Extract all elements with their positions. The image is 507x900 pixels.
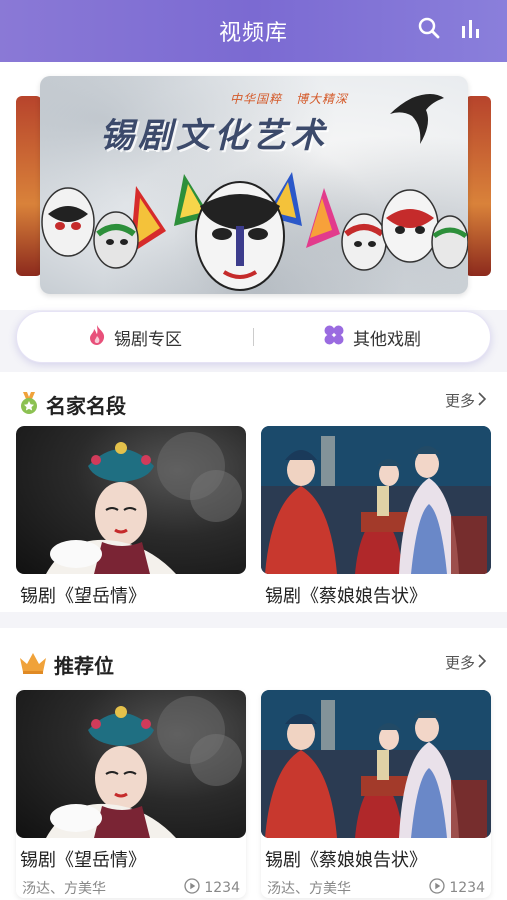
flame-icon [88,324,106,351]
search-icon[interactable] [415,14,443,42]
famous-more-link[interactable]: 更多 [445,390,487,411]
famous-section-header: 名家名段 [18,390,126,419]
video-meta: 汤达、方美华 1234 [16,872,246,898]
recommended-section-header: 推荐位 [18,650,114,679]
video-performers: 汤达、方美华 [22,881,106,897]
play-icon [429,878,446,898]
video-meta: 汤达、方美华 1234 [261,872,491,898]
play-count: 1234 [429,878,485,898]
video-performers: 汤达、方美华 [267,881,351,897]
video-title: 锡剧《望岳情》 [20,850,146,871]
video-card[interactable]: 锡剧《蔡娘娘告状》 汤达、方美华 1234 [261,690,491,898]
video-thumbnail [261,690,491,838]
tab-other-operas[interactable]: 其他戏剧 [254,312,490,362]
video-thumbnail [16,426,246,574]
recommended-section: 推荐位 更多 锡剧《望岳情》 汤达、方美华 1234 锡剧《蔡娘娘告状》 汤达、… [0,628,507,900]
recommended-more-label: 更多 [444,654,475,672]
play-count-value: 1234 [449,880,485,896]
famous-section-title: 名家名段 [46,394,126,418]
clover-icon [323,324,345,351]
play-icon [184,878,201,898]
video-card[interactable]: 锡剧《望岳情》 [16,426,246,608]
video-thumbnail [261,426,491,574]
medal-icon [18,391,40,419]
chevron-right-icon [477,653,487,672]
play-count: 1234 [184,878,240,898]
famous-more-label: 更多 [444,392,475,410]
tab-xiju-zone[interactable]: 锡剧专区 [17,312,253,362]
opera-masks-illustration [41,94,468,291]
banner-slide[interactable]: 中华国粹 博大精深 锡剧文化艺术 [40,76,468,294]
video-title: 锡剧《蔡娘娘告状》 [265,850,427,871]
banner-next-slide[interactable] [465,96,491,276]
video-title: 锡剧《望岳情》 [20,586,146,607]
play-count-value: 1234 [204,880,240,896]
app-header: 视频库 [0,0,507,62]
chart-icon[interactable] [457,14,485,42]
crown-icon [18,651,48,679]
banner-prev-slide[interactable] [16,96,42,276]
recommended-more-link[interactable]: 更多 [445,652,487,673]
category-tabs: 锡剧专区 其他戏剧 [16,311,491,363]
tab-xiju-zone-label: 锡剧专区 [114,329,182,350]
video-thumbnail [16,690,246,838]
video-card[interactable]: 锡剧《望岳情》 汤达、方美华 1234 [16,690,246,898]
banner-carousel: 中华国粹 博大精深 锡剧文化艺术 [0,62,507,310]
chevron-right-icon [477,391,487,410]
famous-section: 名家名段 更多 锡剧《望岳情》 锡剧《蔡娘娘告状》 [0,372,507,612]
video-card[interactable]: 锡剧《蔡娘娘告状》 [261,426,491,608]
recommended-section-title: 推荐位 [54,654,114,678]
page-title: 视频库 [218,21,288,46]
tab-other-operas-label: 其他戏剧 [353,329,421,350]
video-title: 锡剧《蔡娘娘告状》 [265,586,427,607]
